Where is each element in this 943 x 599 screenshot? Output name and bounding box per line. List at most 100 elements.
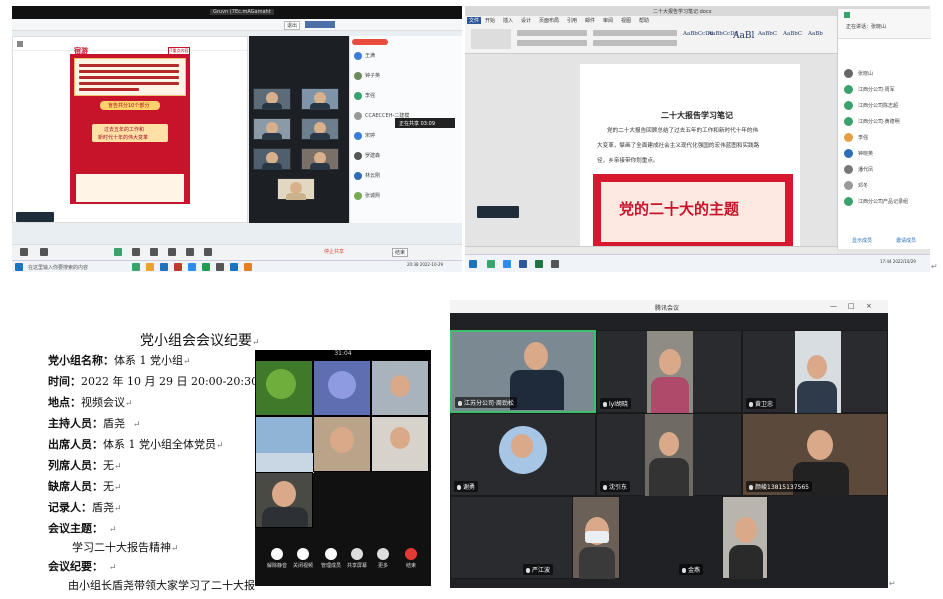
close-icon[interactable] — [844, 12, 850, 18]
share-icon[interactable] — [114, 248, 122, 256]
participant-tile[interactable] — [253, 88, 291, 110]
participant-tile[interactable] — [253, 118, 291, 140]
ribbon-tab[interactable]: 设计 — [521, 17, 531, 24]
participant-tile[interactable]: 沈引东 — [596, 413, 742, 496]
participant-tile[interactable] — [255, 416, 314, 473]
app-icon[interactable] — [487, 260, 495, 268]
list-item[interactable]: 林云刚 — [354, 171, 454, 181]
app-icon[interactable] — [174, 263, 182, 271]
participant-tile[interactable]: 黄卫忠 — [742, 330, 888, 413]
font-format-tools[interactable] — [517, 40, 587, 46]
list-item[interactable]: 钟晓英 — [844, 147, 929, 159]
video-thumbnail[interactable] — [16, 212, 54, 222]
settings-icon[interactable] — [204, 248, 212, 256]
app-icon[interactable] — [132, 263, 140, 271]
mic-icon[interactable] — [20, 248, 28, 256]
list-item[interactable]: 罗建森 — [354, 151, 454, 161]
members-icon[interactable] — [150, 248, 158, 256]
app-icon[interactable] — [188, 263, 196, 271]
ribbon-tab[interactable]: 页面布局 — [539, 17, 559, 24]
participant-tile[interactable] — [313, 416, 371, 472]
more-button[interactable]: 更多 — [373, 548, 393, 569]
list-item[interactable]: 宋婷 — [354, 131, 454, 141]
invite-members-link[interactable]: 邀请成员 — [896, 237, 916, 244]
participant-tile[interactable]: 颜峻13815137565 — [742, 413, 888, 496]
apps-icon[interactable] — [186, 248, 194, 256]
exit-button[interactable]: 退出 — [284, 21, 301, 30]
ribbon-tab[interactable]: 引用 — [567, 17, 577, 24]
list-item[interactable]: 王满 — [354, 51, 454, 61]
start-icon[interactable] — [15, 263, 23, 271]
video-thumbnail[interactable] — [477, 206, 519, 218]
participant-tile[interactable] — [255, 360, 313, 416]
app-icon[interactable] — [160, 263, 168, 271]
minimize-button[interactable]: — — [830, 302, 837, 310]
word-icon[interactable] — [519, 260, 527, 268]
app-icon[interactable] — [216, 263, 224, 271]
style-preset[interactable]: AaBl — [733, 31, 754, 41]
video-off-button[interactable]: 关闭视频 — [293, 548, 313, 569]
ribbon-tab[interactable]: 视图 — [621, 17, 631, 24]
style-preset[interactable]: AaBb — [808, 31, 823, 37]
list-item[interactable]: 钟子英 — [354, 71, 454, 81]
list-item[interactable]: 江西分公司陈志超 — [844, 99, 929, 111]
font-selector[interactable] — [517, 30, 587, 36]
list-item[interactable]: 张诚熙 — [354, 191, 454, 201]
manage-members-button[interactable]: 管理成员 — [321, 548, 341, 569]
list-item[interactable]: 江西分公司产品记录组 — [844, 195, 929, 207]
record-icon[interactable] — [168, 248, 176, 256]
ribbon-tab[interactable]: 审阅 — [603, 17, 613, 24]
menu-icon[interactable] — [17, 41, 23, 47]
ribbon-tab[interactable]: 插入 — [503, 17, 513, 24]
app-icon[interactable] — [202, 263, 210, 271]
list-item[interactable]: 江西分公司·周军 — [844, 83, 929, 95]
app-icon[interactable] — [244, 263, 252, 271]
app-icon[interactable] — [230, 263, 238, 271]
ribbon-tab[interactable]: 邮件 — [585, 17, 595, 24]
show-members-link[interactable]: 显示成员 — [852, 237, 872, 244]
view-button[interactable] — [305, 21, 335, 28]
participant-tile[interactable] — [253, 148, 291, 170]
list-item[interactable]: 潘代凤 — [844, 163, 929, 175]
end-call-button[interactable]: 结束 — [401, 548, 421, 569]
start-icon[interactable] — [469, 260, 477, 268]
participant-tile[interactable]: 金燕 — [679, 496, 768, 579]
unmute-button[interactable]: 解除静音 — [267, 548, 287, 569]
participant-tile[interactable] — [255, 472, 313, 528]
participant-tile[interactable]: 严江波 — [523, 496, 620, 579]
participant-tile[interactable] — [371, 416, 429, 472]
participant-tile[interactable]: 江苏分公司·周劲松 — [450, 330, 596, 413]
clipboard-group[interactable] — [471, 29, 511, 49]
participant-tile[interactable] — [301, 148, 339, 170]
app-icon[interactable] — [146, 263, 154, 271]
end-button[interactable]: 结束 — [392, 248, 409, 257]
alignment-tools[interactable] — [593, 40, 677, 46]
participant-tile[interactable] — [301, 118, 339, 140]
list-item[interactable]: 李强 — [844, 131, 929, 143]
chat-icon[interactable] — [132, 248, 140, 256]
maximize-button[interactable]: □ — [848, 302, 855, 310]
participant-tile[interactable] — [301, 88, 339, 110]
style-preset[interactable]: AaBbC — [783, 31, 802, 37]
close-button[interactable]: × — [866, 302, 872, 310]
ribbon-tab[interactable]: 帮助 — [639, 17, 649, 24]
participant-tile[interactable]: lyl胡晓 — [596, 330, 742, 413]
participant-tile[interactable] — [277, 178, 315, 200]
share-screen-button[interactable]: 共享屏幕 — [347, 548, 367, 569]
list-item[interactable]: 李强 — [354, 91, 454, 101]
excel-icon[interactable] — [535, 260, 543, 268]
list-item[interactable]: 邓冬 — [844, 179, 929, 191]
participant-tile[interactable] — [313, 360, 371, 416]
participant-tile[interactable]: 谢勇 — [450, 413, 596, 496]
ribbon-tab[interactable]: 文件 — [467, 17, 482, 24]
list-item[interactable]: 张晓山 — [844, 67, 929, 79]
taskbar-search[interactable]: 在这里输入你要搜索的内容 — [28, 264, 88, 271]
app-icon[interactable] — [551, 260, 559, 268]
style-preset[interactable]: AaBbC — [758, 31, 777, 37]
app-icon[interactable] — [503, 260, 511, 268]
stop-share-button[interactable]: 停止共享 — [324, 248, 344, 255]
participant-tile[interactable] — [371, 360, 429, 416]
list-item[interactable]: 江西分公司·黄德明 — [844, 115, 929, 127]
camera-icon[interactable] — [40, 248, 48, 256]
paragraph-tools[interactable] — [593, 30, 677, 36]
